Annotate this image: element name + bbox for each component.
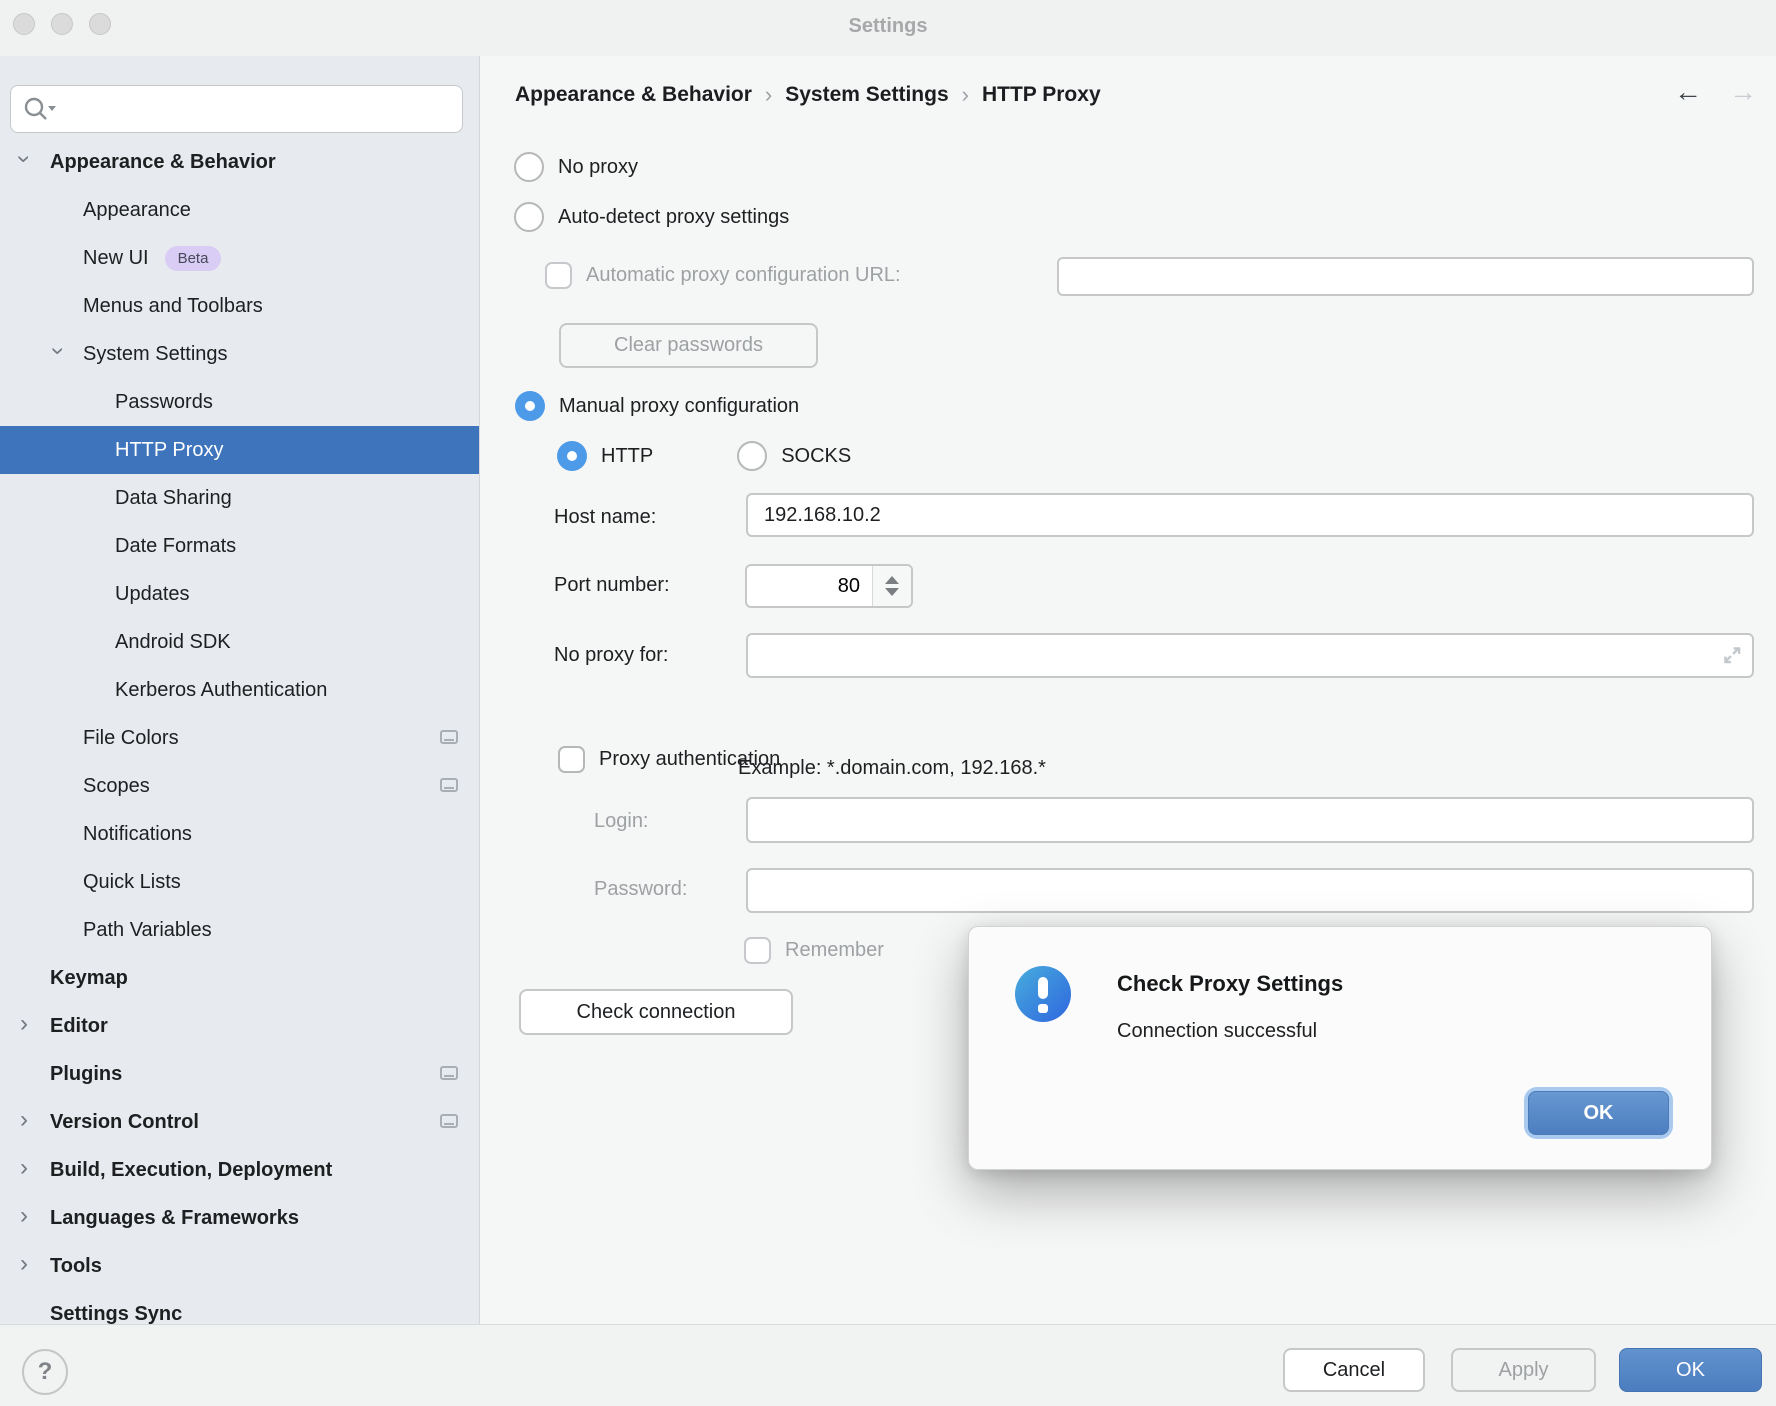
titlebar: Settings <box>0 0 1776 56</box>
no-proxy-for-label: No proxy for: <box>554 644 668 667</box>
apply-button[interactable]: Apply <box>1451 1348 1596 1392</box>
chevron-right-icon[interactable]: › <box>20 1204 28 1228</box>
host-name-field[interactable] <box>746 493 1754 537</box>
check-connection-button[interactable]: Check connection <box>519 989 793 1035</box>
socks-radio[interactable] <box>737 441 767 471</box>
port-number-stepper[interactable] <box>745 564 913 608</box>
no-proxy-option[interactable]: No proxy <box>514 152 638 182</box>
info-exclamation-icon <box>1015 966 1071 1022</box>
dialog-ok-focus-ring: OK <box>1524 1087 1673 1139</box>
sidebar-item-passwords[interactable]: Passwords <box>0 378 479 426</box>
breadcrumb-separator: › <box>765 82 772 108</box>
back-arrow-icon[interactable]: ← <box>1674 76 1702 108</box>
sidebar-item-languages-frameworks[interactable]: › Languages & Frameworks <box>0 1194 479 1242</box>
no-proxy-radio[interactable] <box>514 152 544 182</box>
password-label: Password: <box>594 878 687 901</box>
forward-arrow-icon[interactable]: → <box>1729 76 1757 108</box>
sidebar-item-notifications[interactable]: Notifications <box>0 810 479 858</box>
sidebar-item-scopes[interactable]: Scopes <box>0 762 479 810</box>
sidebar-item-keymap[interactable]: Keymap <box>0 954 479 1002</box>
password-field <box>746 868 1754 913</box>
sidebar-item-android-sdk[interactable]: Android SDK <box>0 618 479 666</box>
cancel-button[interactable]: Cancel <box>1283 1348 1425 1392</box>
breadcrumb-separator: › <box>962 82 969 108</box>
sidebar-item-data-sharing[interactable]: Data Sharing <box>0 474 479 522</box>
sidebar-item-new-ui[interactable]: New UI Beta <box>0 234 479 282</box>
login-field <box>746 797 1754 843</box>
settings-sidebar: › Appearance & Behavior Appearance New U… <box>0 56 480 1324</box>
sidebar-item-version-control[interactable]: › Version Control <box>0 1098 479 1146</box>
screen-icon <box>440 730 458 744</box>
stepper-buttons[interactable] <box>872 566 911 606</box>
sidebar-item-file-colors[interactable]: File Colors <box>0 714 479 762</box>
stepper-down-icon[interactable] <box>885 588 899 596</box>
sidebar-item-date-formats[interactable]: Date Formats <box>0 522 479 570</box>
breadcrumb-http-proxy: HTTP Proxy <box>982 83 1101 107</box>
manual-proxy-radio[interactable] <box>515 391 545 421</box>
port-number-field[interactable] <box>747 566 872 606</box>
manual-proxy-option[interactable]: Manual proxy configuration <box>515 391 799 421</box>
proxy-auth-checkbox[interactable] <box>558 746 585 773</box>
auto-detect-option[interactable]: Auto-detect proxy settings <box>514 202 789 232</box>
sidebar-item-quick-lists[interactable]: Quick Lists <box>0 858 479 906</box>
sidebar-item-build-execution-deployment[interactable]: › Build, Execution, Deployment <box>0 1146 479 1194</box>
http-radio[interactable] <box>557 441 587 471</box>
dialog-message: Connection successful <box>1117 1020 1317 1043</box>
auto-url-checkbox <box>545 262 572 289</box>
no-proxy-example-text: Example: *.domain.com, 192.168.* <box>738 757 1046 780</box>
breadcrumb-appearance-behavior[interactable]: Appearance & Behavior <box>515 83 752 107</box>
chevron-down-icon[interactable]: › <box>46 347 70 355</box>
expand-field-icon[interactable] <box>1720 643 1744 667</box>
remember-option: Remember <box>744 937 884 964</box>
screen-icon <box>440 778 458 792</box>
ok-button[interactable]: OK <box>1619 1348 1762 1392</box>
chevron-right-icon[interactable]: › <box>20 1108 28 1132</box>
beta-badge: Beta <box>165 246 222 271</box>
sidebar-item-system-settings[interactable]: › System Settings <box>0 330 479 378</box>
login-label: Login: <box>594 810 649 833</box>
proxy-auth-option[interactable]: Proxy authentication <box>558 746 780 773</box>
footer-bar: ? Cancel Apply OK <box>0 1324 1776 1406</box>
clear-passwords-button[interactable]: Clear passwords <box>559 323 818 368</box>
breadcrumb: Appearance & Behavior › System Settings … <box>515 82 1101 108</box>
settings-window: Settings › Appearance & Behavior Appeara… <box>0 0 1776 1406</box>
chevron-right-icon[interactable]: › <box>20 1252 28 1276</box>
stepper-up-icon[interactable] <box>885 576 899 584</box>
settings-search-box[interactable] <box>10 85 463 133</box>
dialog-title: Check Proxy Settings <box>1117 971 1343 997</box>
sidebar-item-editor[interactable]: › Editor <box>0 1002 479 1050</box>
screen-icon <box>440 1066 458 1080</box>
auto-url-field <box>1057 257 1754 296</box>
host-name-label: Host name: <box>554 506 656 529</box>
auto-url-option: Automatic proxy configuration URL: <box>545 262 901 289</box>
check-proxy-settings-dialog: Check Proxy Settings Connection successf… <box>968 926 1712 1170</box>
sidebar-item-menus-toolbars[interactable]: Menus and Toolbars <box>0 282 479 330</box>
window-title: Settings <box>0 0 1776 56</box>
search-input[interactable] <box>57 88 462 130</box>
dialog-ok-button[interactable]: OK <box>1528 1091 1669 1135</box>
proxy-type-row: HTTP SOCKS <box>557 441 851 471</box>
sidebar-item-updates[interactable]: Updates <box>0 570 479 618</box>
screen-icon <box>440 1114 458 1128</box>
breadcrumb-system-settings[interactable]: System Settings <box>785 83 948 107</box>
sidebar-item-http-proxy[interactable]: HTTP Proxy <box>0 426 479 474</box>
port-number-label: Port number: <box>554 574 670 597</box>
sidebar-item-settings-sync[interactable]: Settings Sync <box>0 1290 479 1324</box>
auto-detect-radio[interactable] <box>514 202 544 232</box>
sidebar-item-path-variables[interactable]: Path Variables <box>0 906 479 954</box>
remember-checkbox <box>744 937 771 964</box>
sidebar-item-kerberos[interactable]: Kerberos Authentication <box>0 666 479 714</box>
search-icon <box>23 96 57 122</box>
settings-tree: › Appearance & Behavior Appearance New U… <box>0 138 479 1324</box>
no-proxy-for-field[interactable] <box>746 633 1754 678</box>
sidebar-item-appearance[interactable]: Appearance <box>0 186 479 234</box>
sidebar-item-appearance-behavior[interactable]: › Appearance & Behavior <box>0 138 479 186</box>
chevron-down-icon[interactable]: › <box>12 155 36 163</box>
chevron-right-icon[interactable]: › <box>20 1156 28 1180</box>
chevron-right-icon[interactable]: › <box>20 1012 28 1036</box>
help-button[interactable]: ? <box>22 1349 68 1395</box>
sidebar-item-plugins[interactable]: Plugins <box>0 1050 479 1098</box>
sidebar-item-tools[interactable]: › Tools <box>0 1242 479 1290</box>
